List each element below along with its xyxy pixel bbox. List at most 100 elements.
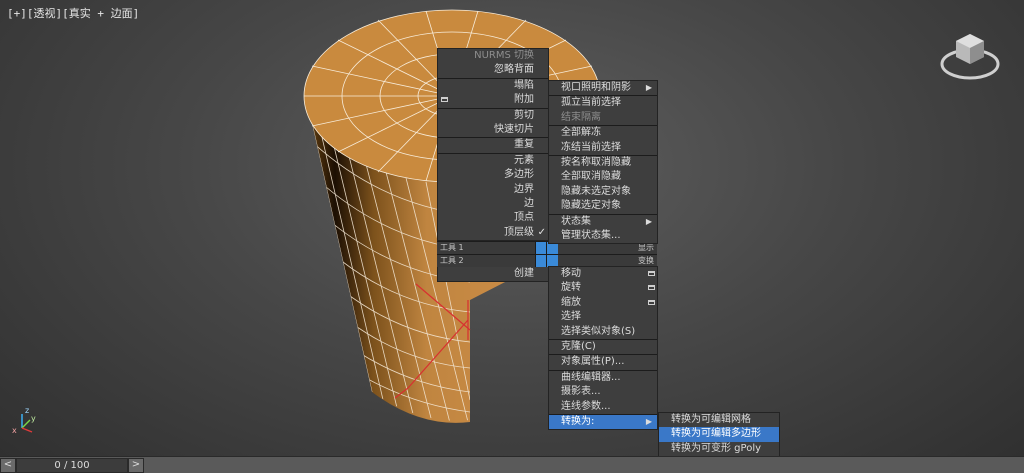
menu-item-label: 克隆(C): [561, 340, 596, 352]
settings-box-icon[interactable]: [441, 97, 448, 103]
menu-item-label: 忽略背面: [494, 64, 534, 76]
convert-item-0[interactable]: 转换为可编辑网格: [659, 413, 779, 427]
quad-left-item-5[interactable]: 快速切片: [438, 123, 548, 137]
menu-item-label: 元素: [514, 154, 534, 166]
axis-tripod-icon: z y x: [12, 406, 36, 435]
viewport-label: [+][透视][真实 + 边面]: [7, 5, 139, 21]
quad-transform-item-10[interactable]: 转换为: ▶: [549, 413, 657, 430]
menu-item-label: 转换为可编辑网格: [671, 414, 751, 425]
menu-item-label: 多边形: [504, 169, 534, 181]
menu-item-create[interactable]: 创建: [438, 267, 548, 281]
submenu-arrow-icon: ▶: [645, 83, 652, 92]
menu-item-label: 全部解冻: [561, 127, 601, 139]
quad-display-item-2: 结束隔离: [549, 111, 657, 125]
quad-left-item-6[interactable]: 重复: [438, 137, 548, 152]
menu-item-label: 冻结当前选择: [561, 141, 621, 153]
menu-item-label: 对象属性(P)...: [561, 356, 625, 368]
quad-display-item-8[interactable]: 隐藏选定对象: [549, 199, 657, 213]
tool1-label: 工具 1: [440, 243, 464, 252]
time-prev-button[interactable]: <: [0, 458, 16, 473]
quad-display-item-4[interactable]: 冻结当前选择: [549, 141, 657, 155]
quad-left-item-2[interactable]: 塌陷: [438, 77, 548, 93]
menu-item-label: 顶点: [514, 212, 534, 224]
quad-menu-left-bottom: 创建: [437, 266, 549, 283]
quad-transform-item-3[interactable]: 选择: [549, 310, 657, 324]
submenu-arrow-icon: ▶: [645, 416, 652, 426]
axis-label-x: x: [12, 426, 17, 435]
time-next-button[interactable]: >: [128, 458, 144, 473]
menu-item-label: 移动: [561, 268, 581, 279]
convert-item-2[interactable]: 转换为可变形 gPoly: [659, 442, 779, 456]
submenu-arrow-icon: ▶: [645, 216, 652, 226]
quad-transform-item-7[interactable]: 曲线编辑器...: [549, 369, 657, 385]
quad-transform-item-8[interactable]: 摄影表...: [549, 385, 657, 399]
quad-display-item-10[interactable]: 管理状态集...: [549, 229, 657, 243]
menu-item-label: 旋转: [561, 282, 581, 294]
quad-left-item-9[interactable]: 边界: [438, 183, 548, 197]
menu-item-label: 重复: [514, 139, 534, 151]
quad-transform-item-0[interactable]: 移动: [549, 267, 657, 281]
quad-transform-item-4[interactable]: 选择类似对象(S): [549, 325, 657, 339]
menu-item-label: 状态集: [561, 215, 591, 227]
menu-item-label: 结束隔离: [561, 111, 601, 123]
quad-left-item-3[interactable]: 附加: [438, 93, 548, 107]
time-slider[interactable]: 0 / 100: [16, 458, 128, 473]
quad-display-item-1[interactable]: 孤立当前选择: [549, 95, 657, 110]
quad-display-item-0[interactable]: 视口照明和阴影 ▶: [549, 81, 657, 95]
menu-item-label: 全部取消隐藏: [561, 171, 621, 183]
quad-transform-item-5[interactable]: 克隆(C): [549, 338, 657, 354]
axis-label-y: y: [31, 414, 36, 423]
menu-item-label: 转换为可编辑多边形: [671, 428, 761, 440]
menu-item-label: 孤立当前选择: [561, 97, 621, 109]
quad-display-item-9[interactable]: 状态集 ▶: [549, 213, 657, 229]
quad-menu-left: NURMS 切换 忽略背面塌陷附加剪切快速切片重复元素多边形边界边顶点顶层级 ✓: [437, 48, 549, 242]
quad-transform-item-6[interactable]: 对象属性(P)...: [549, 354, 657, 369]
quad-transform-item-9[interactable]: 连线参数...: [549, 400, 657, 414]
settings-box-icon[interactable]: [648, 299, 655, 305]
menu-item-label: 快速切片: [494, 123, 534, 135]
menu-item-label: 摄影表...: [561, 386, 601, 398]
settings-box-icon[interactable]: [648, 271, 655, 276]
quad-display-item-7[interactable]: 隐藏未选定对象: [549, 185, 657, 199]
quad-left-item-1[interactable]: 忽略背面: [438, 63, 548, 77]
quad-display-item-3[interactable]: 全部解冻: [549, 125, 657, 140]
menu-item-label: 边界: [514, 183, 534, 195]
menu-item-label: 按名称取消隐藏: [561, 156, 631, 168]
checkmark-icon: ✓: [537, 226, 546, 238]
menu-item-label: 附加: [514, 94, 534, 106]
convert-item-1[interactable]: 转换为可编辑多边形: [659, 427, 779, 442]
quad-display-item-6[interactable]: 全部取消隐藏: [549, 170, 657, 184]
menu-item-label: 顶层级: [504, 226, 534, 238]
viewcube-icon[interactable]: [940, 32, 1000, 84]
menu-item-label: 视口照明和阴影: [561, 82, 631, 93]
quad-left-item-11[interactable]: 顶点: [438, 211, 548, 225]
quad-left-item-7[interactable]: 元素: [438, 152, 548, 168]
time-slider-bar: < 0 / 100 >: [0, 456, 1024, 473]
viewport-menu-plus[interactable]: [+]: [7, 7, 27, 20]
menu-item-label: 转换为可变形 gPoly: [671, 442, 762, 454]
viewport-menu-view[interactable]: [透视]: [27, 7, 62, 20]
quad-menu-display: 视口照明和阴影 ▶ 孤立当前选择 结束隔离全部解冻冻结当前选择 按名称取消隐藏 全部取消隐…: [548, 80, 658, 245]
quad-transform-item-1[interactable]: 旋转: [549, 281, 657, 295]
menu-item-label: 塌陷: [514, 79, 534, 91]
menu-item-label: 创建: [514, 268, 534, 279]
tool2-label: 工具 2: [440, 256, 464, 265]
quad-transform-item-2[interactable]: 缩放: [549, 296, 657, 310]
menu-item-label: 连线参数...: [561, 400, 611, 412]
quad-left-item-4[interactable]: 剪切: [438, 107, 548, 123]
quad-left-item-0: NURMS 切换: [438, 49, 548, 63]
menu-item-label: 隐藏未选定对象: [561, 185, 631, 197]
quad-left-item-8[interactable]: 多边形: [438, 168, 548, 182]
quad-left-item-12[interactable]: 顶层级 ✓: [438, 226, 548, 240]
quad-menu-transform: 移动旋转缩放选择 选择类似对象(S) 克隆(C) 对象属性(P)... 曲线编辑器...…: [548, 266, 658, 431]
menu-item-label: 管理状态集...: [561, 229, 621, 241]
menu-item-label: 边: [524, 197, 534, 209]
menu-item-label: 剪切: [514, 109, 534, 121]
viewport-menu-shading[interactable]: [真实 + 边面]: [62, 7, 139, 20]
menu-item-label: 缩放: [561, 296, 581, 308]
quad-left-item-10[interactable]: 边: [438, 197, 548, 211]
settings-box-icon[interactable]: [648, 285, 655, 291]
quad-display-item-5[interactable]: 按名称取消隐藏: [549, 154, 657, 170]
menu-item-label: 隐藏选定对象: [561, 200, 621, 212]
axis-label-z: z: [25, 406, 29, 415]
